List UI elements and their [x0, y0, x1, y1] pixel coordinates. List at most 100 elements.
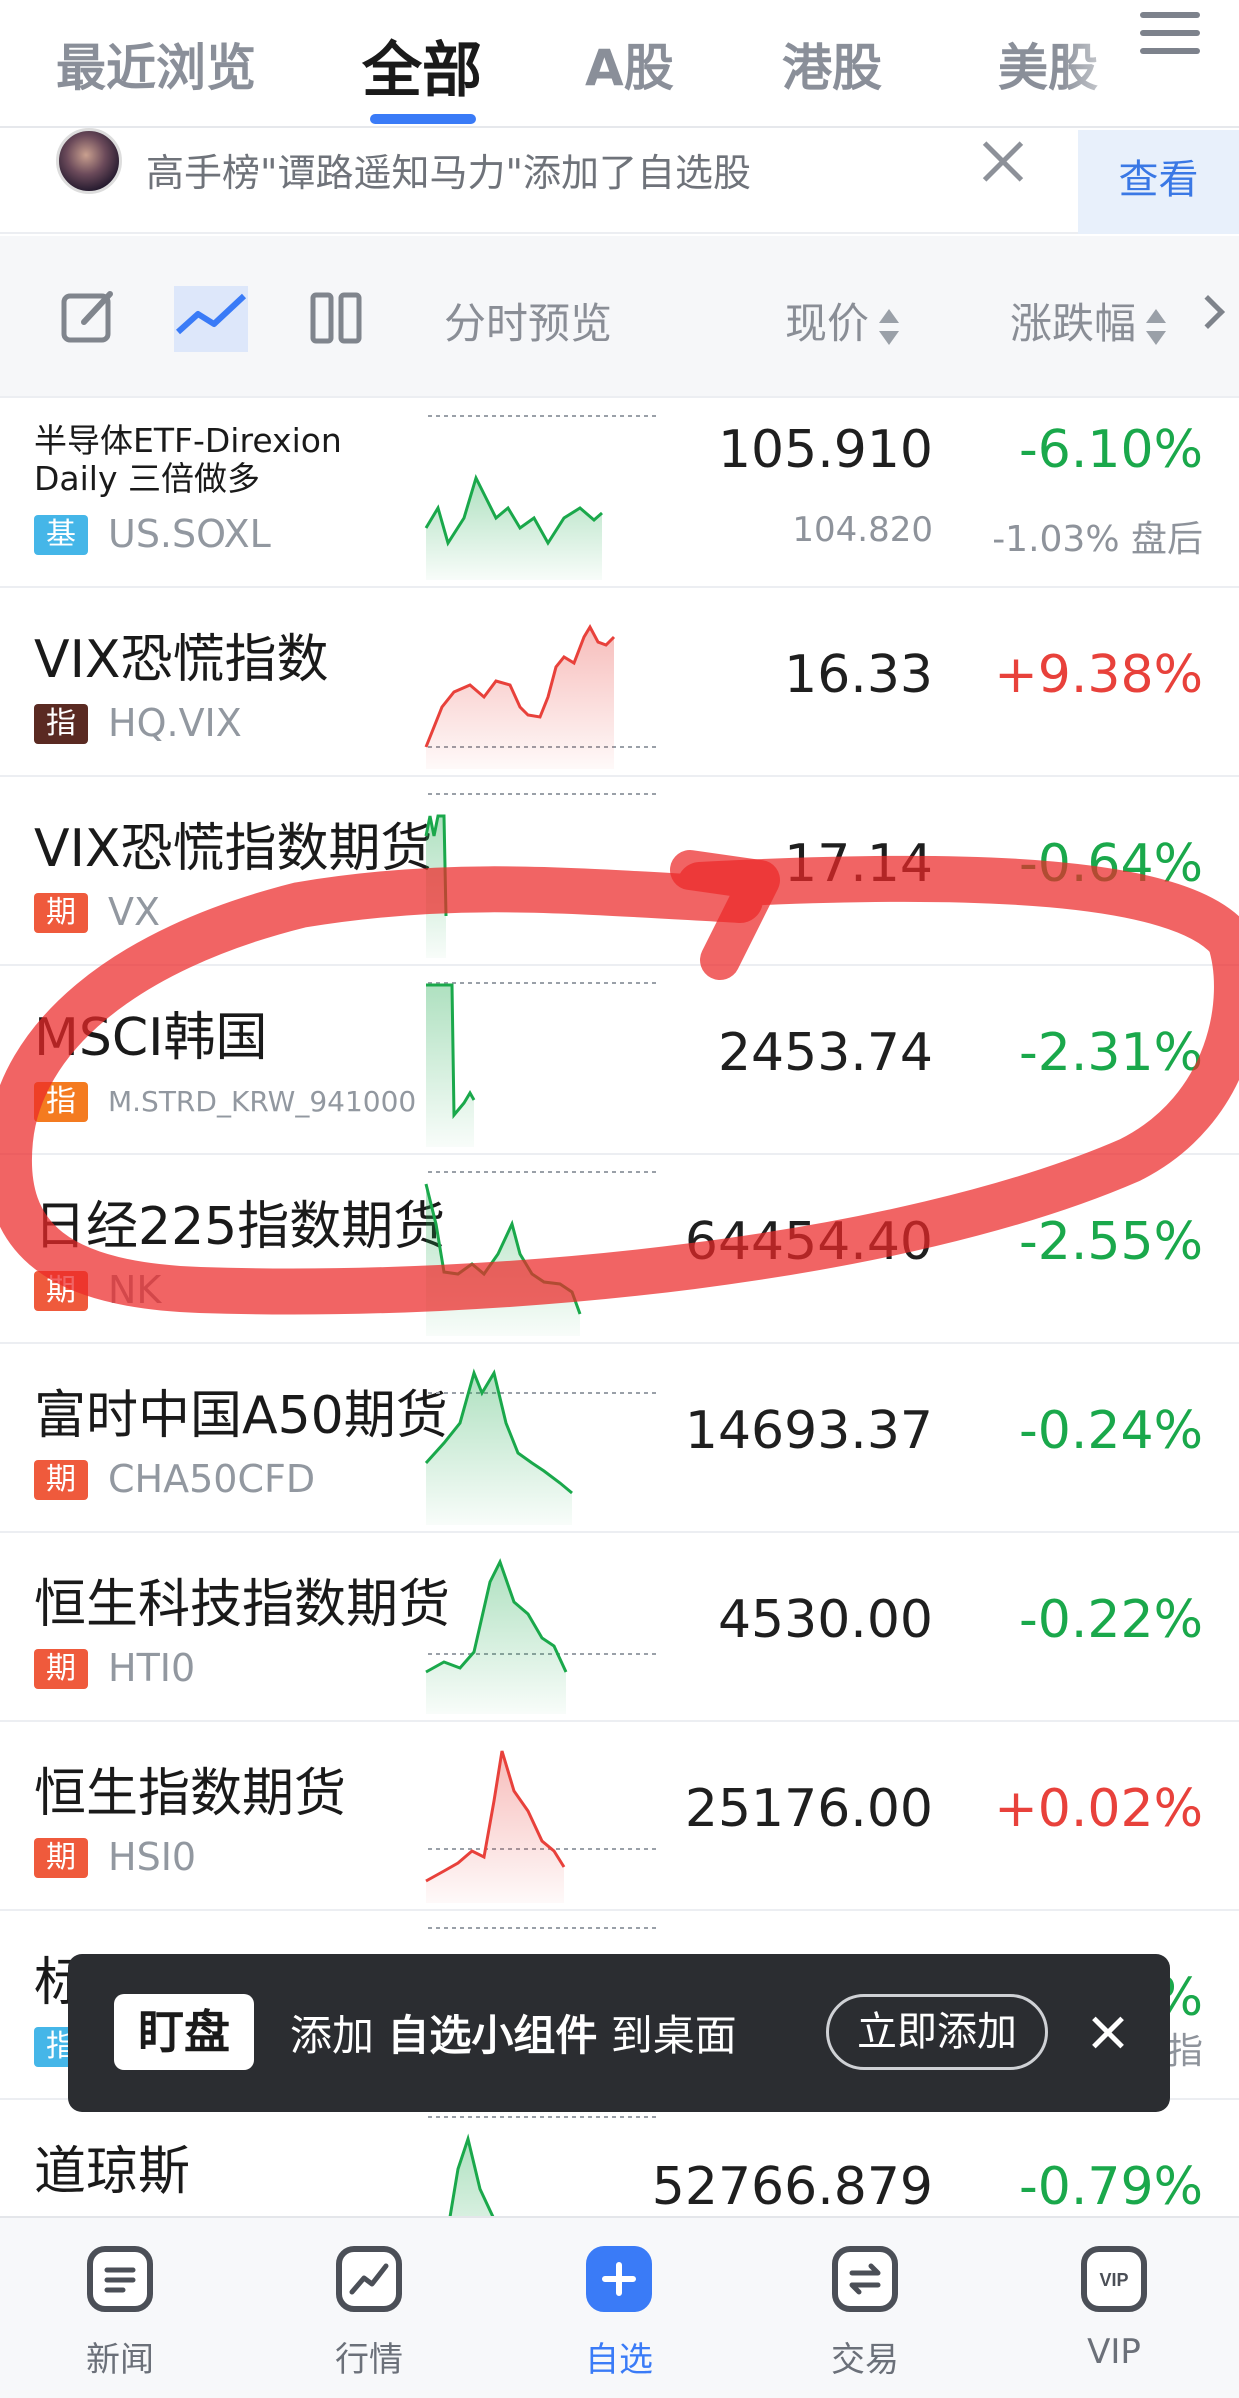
security-code: CHA50CFD [108, 1457, 316, 1501]
security-name: VIX恐慌指数期货 [34, 819, 433, 879]
watchlist-row[interactable]: 恒生科技指数期货期 HTI0 4530.00 -0.22% [0, 1534, 1239, 1722]
svg-text:VIP: VIP [1099, 2270, 1128, 2290]
price-change: -0.64% [1019, 834, 1203, 894]
after-hours-change: -1.03% 盘后 [992, 519, 1203, 560]
timeshare-sparkline [425, 1750, 658, 1903]
nav-news[interactable]: 新闻 [40, 2216, 200, 2398]
news-icon [87, 2246, 153, 2312]
timeshare-sparkline [424, 623, 658, 769]
vip-icon: VIP [1081, 2246, 1147, 2312]
sort-by-price[interactable]: 现价 [785, 290, 900, 351]
timeshare-sparkline [424, 1171, 658, 1336]
security-code: VX [108, 890, 161, 934]
watchlist-row[interactable]: 富时中国A50期货期 CHA50CFD 14693.37 -0.24% [0, 1345, 1239, 1533]
after-hours-price: 104.820 [792, 510, 933, 550]
nav-label: 自选 [585, 2340, 653, 2380]
security-type-badge: 期 [34, 893, 88, 933]
column-layout-icon[interactable] [310, 292, 362, 344]
menu-icon[interactable] [1140, 12, 1200, 56]
widget-promo-toast: 盯盘 添加 自选小组件 到桌面 立即添加 [68, 1954, 1170, 2112]
security-type-badge: 指 [34, 704, 88, 744]
security-name: VIX恐慌指数 [34, 630, 329, 690]
price-change: -2.31% [1019, 1023, 1203, 1083]
watchlist-add-icon [586, 2246, 652, 2312]
security-code: HSI0 [108, 1835, 197, 1879]
sparkline-area [426, 985, 474, 1147]
timeshare-sparkline [426, 982, 658, 1147]
security-name: 富时中国A50期货 [34, 1386, 448, 1446]
view-button[interactable]: 查看 [1078, 130, 1239, 234]
price-change: -2.55% [1019, 1212, 1203, 1272]
add-widget-button[interactable]: 立即添加 [826, 1994, 1048, 2070]
security-type-badge: 基 [34, 515, 88, 555]
sparkline-area [426, 1751, 564, 1903]
security-type-badge: 期 [34, 1271, 88, 1311]
price-change: +9.38% [994, 645, 1203, 705]
timeshare-sparkline [425, 1558, 658, 1714]
current-price: 2453.74 [717, 1023, 933, 1083]
watchlist-row[interactable]: 半导体ETF-Direxion Daily 三倍做多基 US.SOXL 105.91… [0, 400, 1239, 588]
security-name: 恒生科技指数期货 [34, 1575, 451, 1635]
watchlist-row[interactable]: MSCI韩国指 M.STRD_KRW_941000 2453.74 -2.31% [0, 967, 1239, 1155]
market-icon [336, 2246, 402, 2312]
change-header-label: 涨跌幅 [1010, 299, 1137, 348]
nav-label: 新闻 [86, 2340, 154, 2380]
current-price: 16.33 [784, 645, 933, 705]
current-price: 4530.00 [717, 1590, 933, 1650]
security-code: NK [108, 1268, 162, 1312]
watchlist-row[interactable]: VIX恐慌指数期货期 VX 17.14 -0.64% [0, 778, 1239, 966]
current-price: 52766.879 [651, 2157, 933, 2217]
sparkline-area [426, 478, 602, 580]
price-change: -6.10% [1019, 420, 1203, 480]
timeshare-sparkline [424, 1368, 658, 1525]
security-code: US.SOXL [108, 512, 271, 556]
security-type-badge: 期 [34, 1460, 88, 1500]
tab-fade-overlay [1060, 0, 1140, 126]
active-tab-indicator [370, 114, 476, 124]
nav-market[interactable]: 行情 [289, 2216, 449, 2398]
current-price: 64454.40 [684, 1212, 933, 1272]
current-price: 105.910 [717, 420, 933, 480]
tab-all[interactable]: 全部 [362, 22, 482, 109]
nav-label: 行情 [335, 2340, 403, 2380]
sort-icon [1146, 308, 1167, 345]
timeshare-sparkline [424, 415, 658, 580]
price-change: -0.79% [1019, 2157, 1203, 2217]
watchlist-row[interactable]: 恒生指数期货期 HSI0 25176.00 +0.02% [0, 1723, 1239, 1911]
security-type-badge: 期 [34, 1838, 88, 1878]
security-code: HTI0 [108, 1646, 196, 1690]
nav-trade[interactable]: 交易 [785, 2216, 945, 2398]
security-name: 道琼斯 [34, 2142, 191, 2202]
sort-by-change[interactable]: 涨跌幅 [1010, 290, 1167, 351]
nav-vip[interactable]: VIP VIP [1034, 2216, 1194, 2398]
nav-label: 交易 [831, 2340, 899, 2380]
edit-icon[interactable] [60, 288, 118, 346]
toast-text-bold: 自选小组件 [387, 2011, 598, 2060]
tab-recent[interactable]: 最近浏览 [56, 28, 256, 100]
security-code: HQ.VIX [108, 701, 242, 745]
toast-text-prefix: 添加 [290, 2011, 375, 2060]
watchlist-row[interactable]: VIX恐慌指数指 HQ.VIX 16.33 +9.38% [0, 589, 1239, 777]
price-change: -0.22% [1019, 1590, 1203, 1650]
watchlist-row[interactable]: 日经225指数期货期 NK 64454.40 -2.55% [0, 1156, 1239, 1344]
security-name: 半导体ETF-Direxion Daily 三倍做多 [34, 421, 342, 498]
market-tab-bar: 最近浏览 全部 A股 港股 美股 [0, 0, 1239, 128]
nav-watchlist[interactable]: 自选 [539, 2216, 699, 2398]
close-icon[interactable] [1088, 2012, 1128, 2052]
security-name: MSCI韩国 [34, 1008, 268, 1068]
tab-hk-stock[interactable]: 港股 [782, 28, 882, 100]
timeshare-chart-icon[interactable] [174, 286, 248, 352]
timeshare-preview-label: 分时预览 [444, 299, 613, 348]
price-change: +0.02% [994, 1779, 1203, 1839]
notice-text: 高手榜"谭路遥知马力"添加了自选股 [146, 151, 751, 195]
price-change: -0.24% [1019, 1401, 1203, 1461]
price-header-label: 现价 [785, 299, 870, 348]
tab-a-share[interactable]: A股 [585, 28, 674, 100]
security-type-badge: 期 [34, 1649, 88, 1689]
close-icon[interactable] [975, 134, 1031, 190]
current-price: 17.14 [784, 834, 933, 894]
sort-icon [879, 308, 900, 345]
security-name: 日经225指数期货 [34, 1197, 446, 1257]
trade-icon [832, 2246, 898, 2312]
toast-brand: 盯盘 [114, 1994, 254, 2070]
